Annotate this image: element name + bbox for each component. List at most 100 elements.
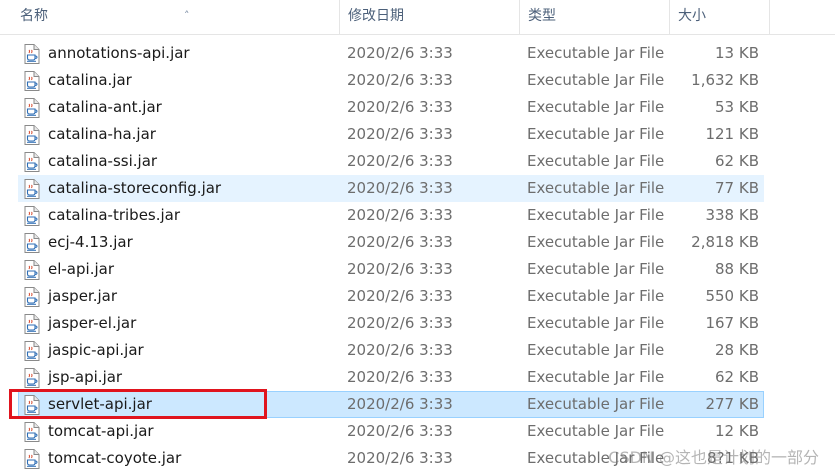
file-size: 338 KB — [705, 206, 759, 224]
file-size: 12 KB — [715, 422, 759, 440]
column-header-bar: 名称 ˄ 修改日期 类型 大小 — [0, 0, 835, 35]
file-row[interactable]: catalina-ssi.jar 2020/2/6 3:33 Executable … — [18, 148, 764, 175]
file-size: 88 KB — [715, 260, 759, 278]
watermark-text: CSDN @这也是计划的一部分 — [608, 448, 819, 467]
java-jar-file-icon — [24, 260, 40, 280]
file-name: catalina-ha.jar — [48, 125, 156, 143]
file-row[interactable]: tomcat-api.jar 2020/2/6 3:33 Executable Ja… — [18, 418, 764, 445]
file-type: Executable Jar File — [527, 287, 665, 305]
file-size: 2,818 KB — [691, 233, 759, 251]
file-name: catalina.jar — [48, 71, 132, 89]
file-size: 28 KB — [715, 341, 759, 359]
file-type: Executable Jar File — [527, 71, 665, 89]
file-type: Executable Jar File — [527, 125, 665, 143]
file-modified-date: 2020/2/6 3:33 — [347, 125, 453, 143]
java-jar-file-icon — [24, 422, 40, 442]
java-jar-file-icon — [24, 125, 40, 145]
file-type: Executable Jar File — [527, 368, 665, 386]
file-type: Executable Jar File — [527, 395, 665, 413]
file-size: 550 KB — [705, 287, 759, 305]
file-row[interactable]: jaspic-api.jar 2020/2/6 3:33 Executable Ja… — [18, 337, 764, 364]
column-header-size[interactable]: 大小 — [669, 0, 769, 34]
file-type: Executable Jar File — [527, 206, 665, 224]
file-modified-date: 2020/2/6 3:33 — [347, 341, 453, 359]
file-size: 62 KB — [715, 368, 759, 386]
column-header-date[interactable]: 修改日期 — [339, 0, 519, 34]
java-jar-file-icon — [24, 287, 40, 307]
file-name: jsp-api.jar — [48, 368, 123, 386]
column-header-name[interactable]: 名称 ˄ — [12, 0, 339, 34]
file-modified-date: 2020/2/6 3:33 — [347, 152, 453, 170]
column-header-size-label: 大小 — [678, 8, 706, 24]
file-name: tomcat-api.jar — [48, 422, 154, 440]
file-row[interactable]: catalina-ha.jar 2020/2/6 3:33 Executable J… — [18, 121, 764, 148]
file-row[interactable]: catalina-tribes.jar 2020/2/6 3:33 Executab… — [18, 202, 764, 229]
file-modified-date: 2020/2/6 3:33 — [347, 98, 453, 116]
file-modified-date: 2020/2/6 3:33 — [347, 179, 453, 197]
file-row[interactable]: ecj-4.13.jar 2020/2/6 3:33 Executable Jar … — [18, 229, 764, 256]
file-name: catalina-ssi.jar — [48, 152, 158, 170]
java-jar-file-icon — [24, 368, 40, 388]
file-modified-date: 2020/2/6 3:33 — [347, 395, 453, 413]
file-size: 77 KB — [715, 179, 759, 197]
file-size: 53 KB — [715, 98, 759, 116]
file-type: Executable Jar File — [527, 260, 665, 278]
column-header-date-label: 修改日期 — [348, 8, 404, 24]
file-modified-date: 2020/2/6 3:33 — [347, 422, 453, 440]
file-size: 1,632 KB — [691, 71, 759, 89]
file-size: 62 KB — [715, 152, 759, 170]
java-jar-file-icon — [24, 152, 40, 172]
file-modified-date: 2020/2/6 3:33 — [347, 260, 453, 278]
file-type: Executable Jar File — [527, 44, 665, 62]
file-modified-date: 2020/2/6 3:33 — [347, 206, 453, 224]
file-row[interactable]: jasper.jar 2020/2/6 3:33 Executable Jar Fi… — [18, 283, 764, 310]
file-name: jasper.jar — [48, 287, 118, 305]
file-type: Executable Jar File — [527, 98, 665, 116]
file-size: 277 KB — [705, 395, 759, 413]
file-row[interactable]: jsp-api.jar 2020/2/6 3:33 Executable Jar F… — [18, 364, 764, 391]
file-modified-date: 2020/2/6 3:33 — [347, 71, 453, 89]
file-size: 167 KB — [705, 314, 759, 332]
java-jar-file-icon — [24, 449, 40, 469]
file-modified-date: 2020/2/6 3:33 — [347, 233, 453, 251]
file-modified-date: 2020/2/6 3:33 — [347, 368, 453, 386]
file-name: jaspic-api.jar — [48, 341, 144, 359]
file-modified-date: 2020/2/6 3:33 — [347, 314, 453, 332]
file-name: ecj-4.13.jar — [48, 233, 133, 251]
file-row[interactable]: catalina-ant.jar 2020/2/6 3:33 Executable … — [18, 94, 764, 121]
sort-ascending-icon: ˄ — [184, 9, 190, 22]
java-jar-file-icon — [24, 314, 40, 334]
file-row[interactable]: jasper-el.jar 2020/2/6 3:33 Executable Jar… — [18, 310, 764, 337]
file-size: 13 KB — [715, 44, 759, 62]
file-row[interactable]: catalina-storeconfig.jar 2020/2/6 3:33 Exe… — [18, 175, 764, 202]
column-header-type[interactable]: 类型 — [519, 0, 669, 34]
file-type: Executable Jar File — [527, 233, 665, 251]
file-name: jasper-el.jar — [48, 314, 137, 332]
file-size: 121 KB — [705, 125, 759, 143]
java-jar-file-icon — [24, 44, 40, 64]
java-jar-file-icon — [24, 233, 40, 253]
file-row[interactable]: annotations-api.jar 2020/2/6 3:33 Executab… — [18, 40, 764, 67]
file-modified-date: 2020/2/6 3:33 — [347, 44, 453, 62]
file-type: Executable Jar File — [527, 179, 665, 197]
java-jar-file-icon — [24, 206, 40, 226]
file-row[interactable]: el-api.jar 2020/2/6 3:33 Executable Jar Fi… — [18, 256, 764, 283]
file-name: catalina-ant.jar — [48, 98, 162, 116]
file-type: Executable Jar File — [527, 314, 665, 332]
annotation-highlight-box — [9, 389, 267, 419]
column-header-name-label: 名称 — [20, 8, 48, 24]
java-jar-file-icon — [24, 71, 40, 91]
file-modified-date: 2020/2/6 3:33 — [347, 449, 453, 467]
file-type: Executable Jar File — [527, 341, 665, 359]
file-name: el-api.jar — [48, 260, 114, 278]
java-jar-file-icon — [24, 98, 40, 118]
java-jar-file-icon — [24, 341, 40, 361]
file-name: catalina-storeconfig.jar — [48, 179, 222, 197]
column-header-type-label: 类型 — [528, 8, 556, 24]
file-name: tomcat-coyote.jar — [48, 449, 182, 467]
file-row[interactable]: catalina.jar 2020/2/6 3:33 Executable Jar … — [18, 67, 764, 94]
java-jar-file-icon — [24, 179, 40, 199]
file-name: catalina-tribes.jar — [48, 206, 181, 224]
file-type: Executable Jar File — [527, 152, 665, 170]
column-header-spacer — [769, 0, 835, 34]
